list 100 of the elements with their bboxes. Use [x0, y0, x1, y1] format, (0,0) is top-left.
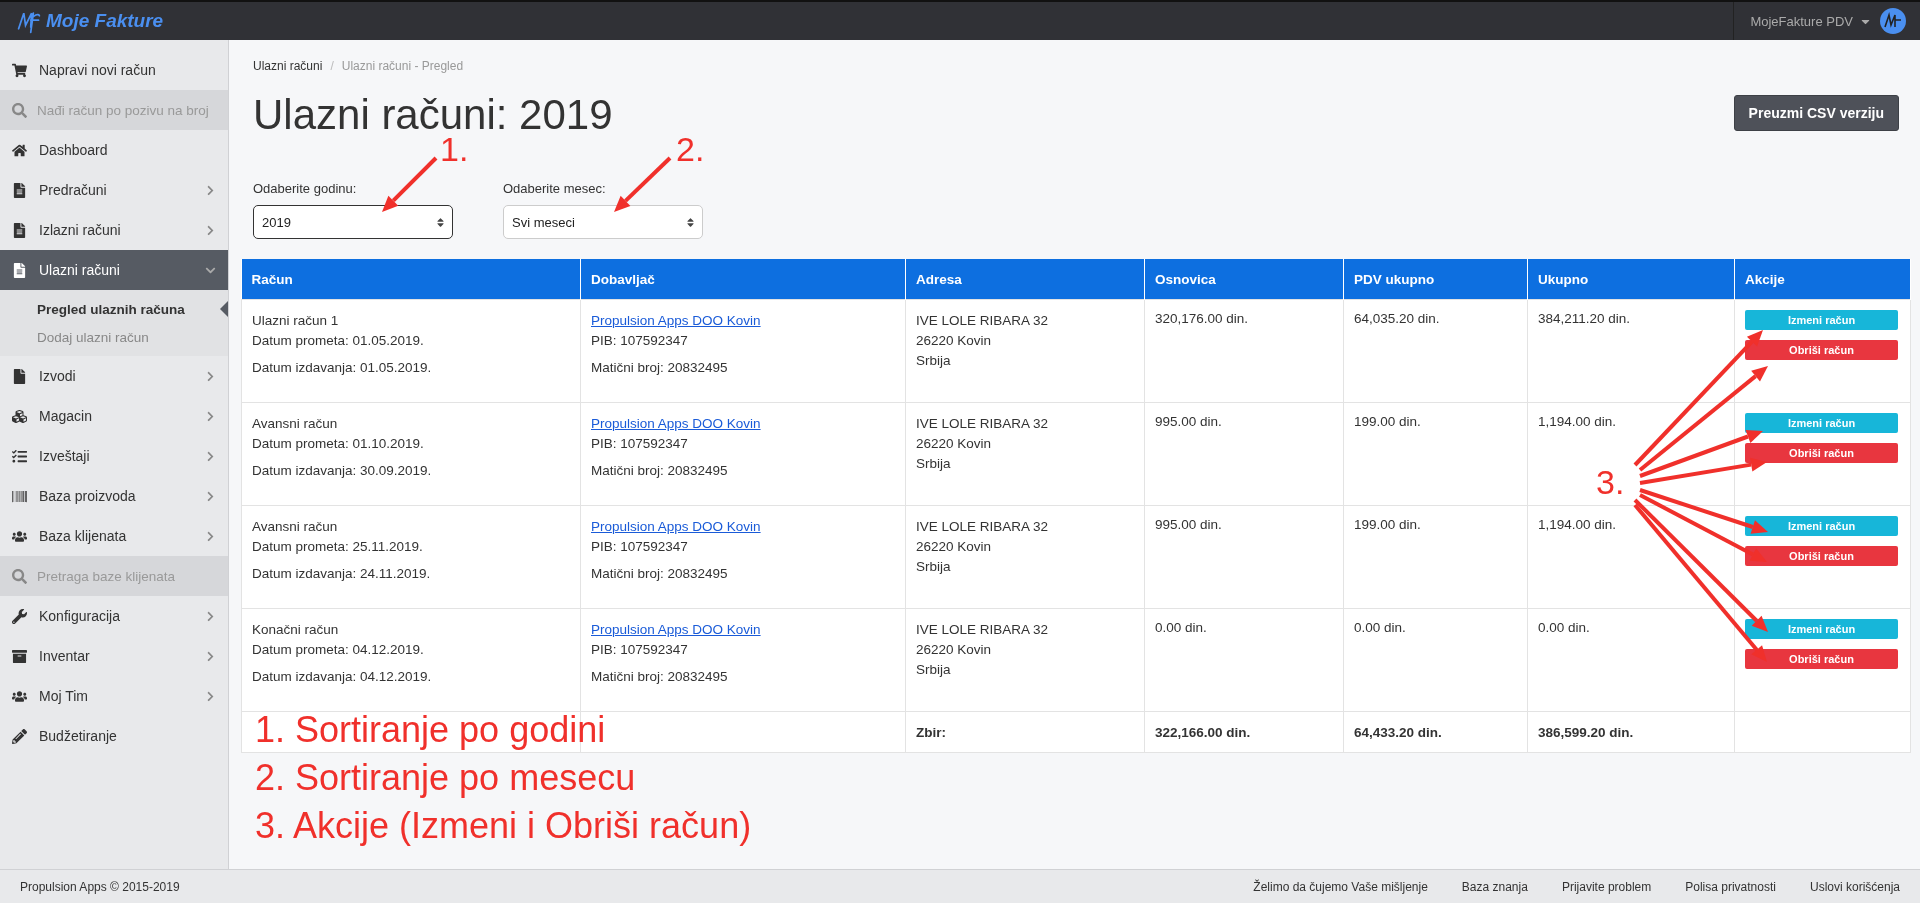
table-cell: Zbir:: [905, 711, 1145, 753]
table-cell: Propulsion Apps DOO Kovin PIB: 107592347 Matični broj: 20832495: [580, 299, 906, 403]
annotation-arrow: [614, 156, 672, 212]
column-header: Ukupno: [1527, 259, 1735, 300]
sort-arrows-icon: [435, 216, 446, 228]
chevron-icon: [205, 530, 216, 542]
supplier-link[interactable]: Propulsion Apps DOO Kovin: [591, 311, 761, 331]
table-cell: Avansni račun Datum prometa: 01.10.2019. Datum izdavanja: 30.09.2019.: [241, 402, 581, 506]
column-header: Osnovica: [1144, 259, 1344, 300]
select-field[interactable]: Svi meseci: [503, 205, 703, 239]
chevron-icon: [205, 224, 216, 236]
table-cell: IVE LOLE RIBARA 32 26220 Kovin Srbija: [905, 505, 1145, 609]
column-header: Akcije: [1734, 259, 1911, 300]
account-menu[interactable]: MojeFakture PDV: [1750, 13, 1872, 29]
barcode-icon: [12, 488, 27, 504]
users-icon: [12, 688, 27, 704]
chevron-icon: [205, 410, 216, 422]
submenu-item[interactable]: Pregled ulaznih računa: [0, 295, 228, 323]
sidebar-item[interactable]: Ulazni računi: [0, 250, 228, 290]
sidebar-item[interactable]: Dashboard: [0, 130, 228, 170]
supplier-link[interactable]: Propulsion Apps DOO Kovin: [591, 414, 761, 434]
footer-link[interactable]: Uslovi korišćenja: [1809, 879, 1900, 894]
table-cell: 995.00 din.: [1144, 402, 1344, 506]
table-cell: 320,176.00 din.: [1144, 299, 1344, 403]
sort-arrows-icon: [685, 216, 696, 228]
sidebar-item[interactable]: Izvodi: [0, 356, 228, 396]
select-field[interactable]: 2019: [253, 205, 453, 239]
chevron-icon: [205, 610, 216, 622]
table-cell: 64,433.20 din.: [1343, 711, 1528, 753]
archive-icon: [12, 648, 27, 664]
supplier-link[interactable]: Propulsion Apps DOO Kovin: [591, 620, 761, 640]
footer-link[interactable]: Prijavite problem: [1561, 879, 1652, 894]
sidebar-item[interactable]: Magacin: [0, 396, 228, 436]
chevron-icon: [205, 184, 216, 196]
chevron-icon: [205, 370, 216, 382]
footer-link[interactable]: Želimo da čujemo Vaše mišljenje: [1253, 879, 1428, 894]
column-header: Adresa: [905, 259, 1145, 300]
column-header: PDV ukupno: [1343, 259, 1528, 300]
table-cell: 0.00 din.: [1343, 608, 1528, 712]
sidebar-item[interactable]: Konfiguracija: [0, 596, 228, 636]
wrench-icon: [12, 608, 27, 624]
table-cell: 386,599.20 din.: [1527, 711, 1735, 753]
sidebar-item[interactable]: Inventar: [0, 636, 228, 676]
table-cell: Ulazni račun 1 Datum prometa: 01.05.2019. Datum izdavanja: 01.05.2019.: [241, 299, 581, 403]
annotation-note: 3. Akcije (Izmeni i Obriši račun): [255, 804, 752, 848]
delete-button[interactable]: Obriši račun: [1745, 649, 1898, 669]
annotation-arrow: [382, 156, 438, 212]
chevron-icon: [205, 490, 216, 502]
annotation-note: 2. Sortiranje po mesecu: [255, 756, 637, 800]
sidebar-item[interactable]: Moj Tim: [0, 676, 228, 716]
column-header: Račun: [241, 259, 581, 300]
copyright-text: Propulsion Apps © 2015-2019: [20, 879, 180, 894]
table-cell: IVE LOLE RIBARA 32 26220 Kovin Srbija: [905, 402, 1145, 506]
cubes-icon: [12, 408, 27, 424]
cart-icon: [12, 62, 27, 78]
document-icon: [12, 222, 27, 238]
chevron-icon: [205, 450, 216, 462]
search-icon: [12, 102, 27, 118]
search-icon: [12, 568, 27, 584]
table-cell: 995.00 din.: [1144, 505, 1344, 609]
breadcrumb-link[interactable]: Ulazni računi: [253, 59, 323, 75]
table-cell: Konačni račun Datum prometa: 04.12.2019. Datum izdavanja: 04.12.2019.: [241, 608, 581, 712]
avatar-icon[interactable]: [1880, 8, 1906, 34]
table-cell: IVE LOLE RIBARA 32 26220 Kovin Srbija: [905, 299, 1145, 403]
table-cell: 199.00 din.: [1343, 505, 1528, 609]
chevron-icon: [205, 690, 216, 702]
download-csv-button[interactable]: Preuzmi CSV verziju: [1733, 95, 1899, 131]
annotation-marker: 3.: [1596, 465, 1625, 499]
breadcrumb-separator: /: [330, 59, 334, 75]
sidebar-item[interactable]: Budžetiranje: [0, 716, 228, 756]
table-cell: 0.00 din.: [1527, 608, 1735, 712]
delete-button[interactable]: Obriši račun: [1745, 443, 1898, 463]
users-icon: [12, 528, 27, 544]
table-cell: 64,035.20 din.: [1343, 299, 1528, 403]
filter-label: Odaberite godinu:: [253, 181, 358, 196]
sidebar-item[interactable]: Baza klijenata: [0, 516, 228, 556]
footer-link[interactable]: Baza znanja: [1461, 879, 1528, 894]
supplier-link[interactable]: Propulsion Apps DOO Kovin: [591, 517, 761, 537]
footer-link[interactable]: Polisa privatnosti: [1685, 879, 1776, 894]
table-cell: Propulsion Apps DOO Kovin PIB: 107592347 Matični broj: 20832495: [580, 402, 906, 506]
sidebar-item[interactable]: Napravi novi račun: [0, 50, 228, 90]
file-icon: [12, 368, 27, 384]
chevron-icon: [205, 650, 216, 662]
table-cell: Propulsion Apps DOO Kovin PIB: 107592347 Matični broj: 20832495: [580, 505, 906, 609]
table-cell: 1,194.00 din.: [1527, 505, 1735, 609]
brand-name[interactable]: Moje Fakture: [46, 10, 164, 32]
sidebar-item[interactable]: Baza proizvoda: [0, 476, 228, 516]
checklist-icon: [12, 448, 27, 464]
table-cell: 199.00 din.: [1343, 402, 1528, 506]
sidebar-item[interactable]: Izveštaji: [0, 436, 228, 476]
table-cell: Propulsion Apps DOO Kovin PIB: 107592347 Matični broj: 20832495: [580, 608, 906, 712]
sidebar-item[interactable]: Predračuni: [0, 170, 228, 210]
document-icon: [12, 182, 27, 198]
sidebar-item[interactable]: Izlazni računi: [0, 210, 228, 250]
delete-button[interactable]: Obriši račun: [1745, 546, 1898, 566]
column-header: Dobavljač: [580, 259, 906, 300]
table-cell: 0.00 din.: [1144, 608, 1344, 712]
delete-button[interactable]: Obriši račun: [1745, 340, 1898, 360]
document-icon: [12, 262, 27, 278]
filter-label: Odaberite mesec:: [503, 181, 607, 196]
